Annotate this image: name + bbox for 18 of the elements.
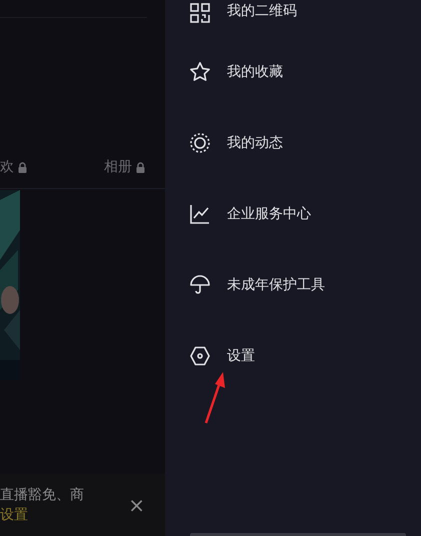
ring-icon — [189, 132, 211, 154]
menu-item[interactable]: 设置 — [189, 320, 421, 391]
menu-item[interactable]: 企业服务中心 — [189, 178, 421, 249]
umbrella-icon — [189, 274, 211, 296]
close-button[interactable]: × — [128, 493, 145, 517]
menu-item[interactable]: 我的二维码 — [189, 0, 421, 36]
profile-tab[interactable]: 欢 — [0, 158, 27, 176]
menu-item[interactable]: 我的动态 — [189, 107, 421, 178]
profile-tab[interactable]: 相册 — [104, 158, 145, 176]
annotation-arrow — [203, 370, 227, 425]
menu-item[interactable]: 我的收藏 — [189, 36, 421, 107]
settings-link[interactable]: 设置 — [0, 505, 108, 525]
line-chart-icon — [189, 202, 211, 224]
hexagon-icon — [189, 344, 211, 366]
banner-text: 直播豁免、商 — [0, 486, 85, 505]
qr-code-icon — [189, 2, 211, 24]
menu-item[interactable]: 未成年保护工具 — [189, 249, 421, 320]
star-icon — [189, 60, 211, 82]
